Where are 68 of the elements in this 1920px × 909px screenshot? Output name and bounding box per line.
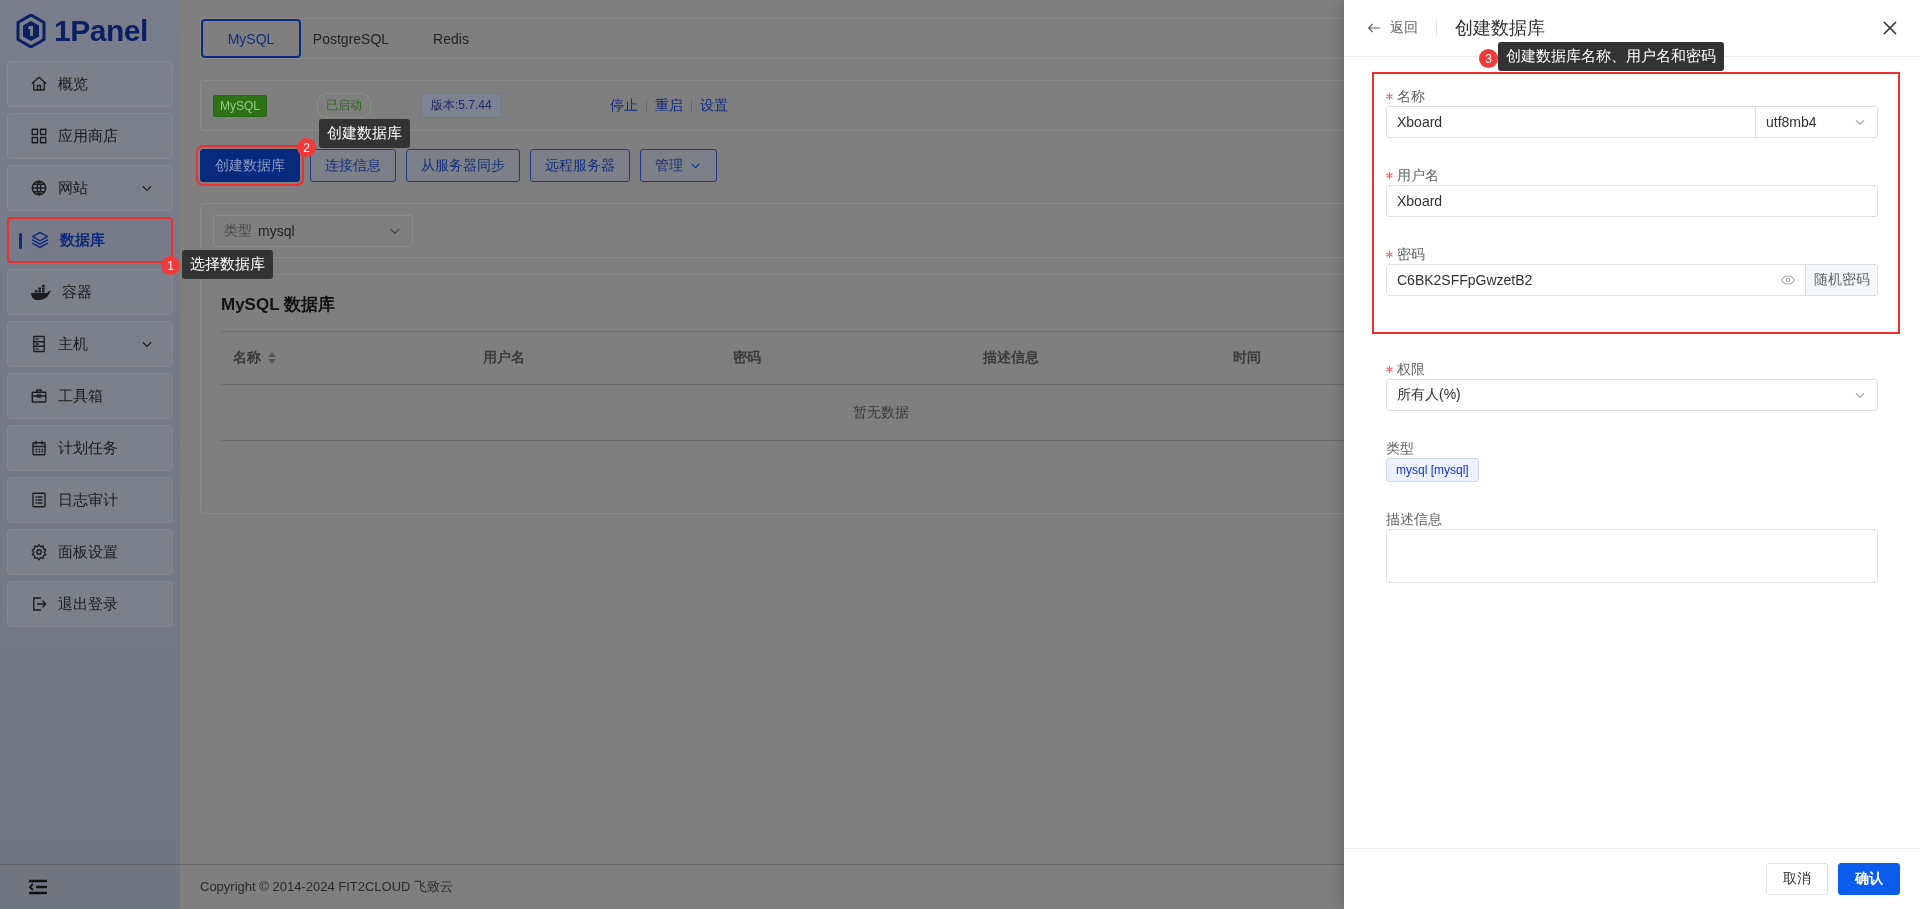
column-header: 描述信息 [982,348,1040,367]
name-field[interactable]: Xboard utf8mb4 [1386,106,1878,138]
grid-icon [30,127,48,145]
back-button[interactable]: 返回 [1366,19,1418,37]
tab[interactable]: MySQL [201,19,301,58]
sidebar-item[interactable]: 概览 [7,61,173,107]
whale-icon [30,283,52,301]
type-tag: mysql [mysql] [1386,458,1479,482]
sidebar-item[interactable]: 日志审计 [7,477,173,523]
toolbar-button[interactable]: 从服务器同步 [406,149,520,182]
version-tag: 版本:5.7.44 [421,93,502,118]
sort-icon[interactable] [267,352,277,364]
close-icon[interactable] [1882,20,1898,36]
table-title: MySQL 数据库 [221,294,336,316]
toolbar-button[interactable]: 连接信息 [310,149,396,182]
field-label: 类型 [1386,439,1414,458]
action-link[interactable]: 设置 [691,96,736,115]
column-header: 密码 [732,348,762,367]
sidebar-item[interactable]: 计划任务 [7,425,173,471]
toolbar-button[interactable]: 远程服务器 [530,149,630,182]
action-link[interactable]: 停止 [601,96,646,115]
settings-icon [30,543,48,561]
sidebar-item[interactable]: 退出登录 [7,581,173,627]
logo-text: 1Panel [54,14,148,48]
column-header[interactable]: 名称 [221,332,471,384]
confirm-button[interactable]: 确认 [1838,863,1900,895]
tab[interactable]: PostgreSQL [301,19,401,58]
callout-tooltip: 创建数据库 [319,119,410,148]
callout-tooltip: 创建数据库名称、用户名和密码 [1498,42,1724,71]
cancel-button[interactable]: 取消 [1766,863,1828,895]
action-link[interactable]: 重启 [646,96,691,115]
field-label: 名称 [1397,87,1425,106]
status-tag: 已启动 [317,93,371,118]
sidebar-item[interactable]: 容器 [7,269,173,315]
app-tag: MySQL [213,94,267,117]
sidebar-item[interactable]: 网站 [7,165,173,211]
calendar-icon [30,439,48,457]
toolbox-icon [30,387,48,405]
input-field[interactable]: Xboard [1386,185,1878,217]
server-icon [30,335,48,353]
logout-icon [30,595,48,613]
sidebar-item[interactable]: 面板设置 [7,529,173,575]
drawer-title: 创建数据库 [1455,17,1545,40]
sidebar-item[interactable]: 主机 [7,321,173,367]
home-icon [30,75,48,93]
field-label: 描述信息 [1386,510,1442,529]
globe-icon [30,179,48,197]
copyright-text: Copyright © 2014-2024 FIT2CLOUD 飞致云 [200,878,454,896]
empty-text: 暂无数据 [853,403,909,422]
column-header: 用户名 [482,348,526,367]
tab[interactable]: Redis [401,19,501,58]
field-label: 权限 [1397,360,1425,379]
step-badge: 2 [297,138,316,157]
column-header: 时间 [1232,348,1262,367]
step-badge: 3 [1479,49,1498,68]
description-field[interactable] [1386,529,1878,583]
list-icon [30,491,48,509]
field-label: 用户名 [1397,166,1439,185]
logo-icon [16,14,46,48]
step-badge: 1 [161,256,180,275]
callout-tooltip: 选择数据库 [182,250,273,279]
dropdown-button[interactable]: 管理 [640,149,717,182]
sidebar-item[interactable]: 工具箱 [7,373,173,419]
select-field[interactable]: 所有人(%) [1386,379,1878,411]
menu-icon[interactable] [28,879,48,895]
sidebar-item[interactable]: 应用商店 [7,113,173,159]
layers-icon [30,230,50,250]
field-label: 密码 [1397,245,1425,264]
